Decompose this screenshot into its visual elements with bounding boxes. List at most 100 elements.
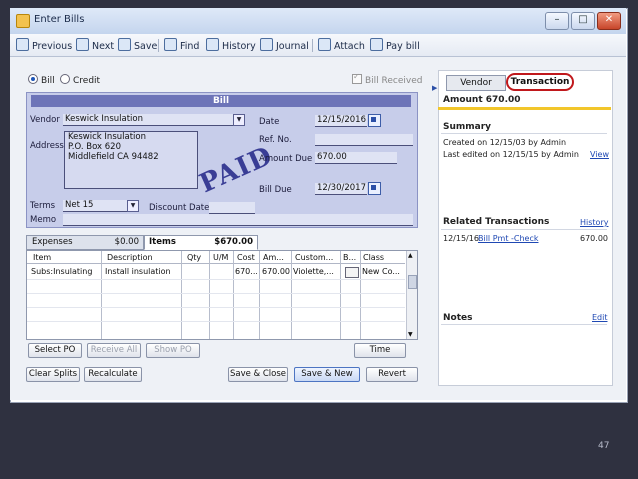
pay-bill-label: Pay bill <box>386 41 420 52</box>
row-customer-cell[interactable]: Violette,... <box>293 267 339 276</box>
row-divider <box>27 321 405 322</box>
toolbar-divider <box>312 39 313 52</box>
time-button[interactable]: Time <box>354 343 406 358</box>
attach-button[interactable]: Attach <box>318 38 365 52</box>
close-button[interactable]: ✕ <box>597 12 621 30</box>
scroll-thumb[interactable] <box>408 275 417 289</box>
column-header-class[interactable]: Class <box>363 253 403 262</box>
app-icon <box>16 14 30 28</box>
related-transactions-heading: Related Transactions <box>443 217 550 227</box>
history-link[interactable]: History <box>580 218 608 227</box>
row-item-cell[interactable]: Subs:Insulating <box>31 267 99 276</box>
address-box[interactable]: Keswick Insulation P.O. Box 620 Middlefi… <box>64 131 198 189</box>
save-button[interactable]: Save <box>118 38 157 52</box>
address-line: Middlefield CA 94482 <box>68 152 159 162</box>
tab-expenses[interactable]: Expenses $0.00 <box>26 235 144 250</box>
radio-icon <box>60 74 70 84</box>
amount-due-field[interactable]: 670.00 <box>315 152 397 164</box>
column-divider <box>360 251 361 339</box>
show-po-button[interactable]: Show PO <box>146 343 200 358</box>
row-amount-cell[interactable]: 670.00 <box>262 267 290 276</box>
vendor-dropdown-icon[interactable]: ▼ <box>233 114 245 126</box>
credit-radio[interactable]: Credit <box>60 74 100 86</box>
checkbox-icon <box>352 72 362 84</box>
history-button[interactable]: History <box>206 38 256 52</box>
row-divider <box>27 293 405 294</box>
minimize-button[interactable]: – <box>545 12 569 30</box>
next-label: Next <box>92 41 115 52</box>
next-button[interactable]: Next <box>76 38 114 52</box>
recalculate-button[interactable]: Recalculate <box>84 367 142 382</box>
column-header-description[interactable]: Description <box>107 253 177 262</box>
previous-button[interactable]: Previous <box>16 38 72 52</box>
tab-items-amount: $670.00 <box>214 237 253 247</box>
column-header-um[interactable]: U/M <box>213 253 231 262</box>
tab-transaction[interactable]: Transaction <box>506 73 574 91</box>
view-link[interactable]: View <box>590 150 609 159</box>
related-date: 12/15/16 <box>443 234 479 243</box>
billable-icon[interactable] <box>345 267 359 278</box>
next-icon <box>76 38 89 51</box>
terms-field[interactable]: Net 15 <box>63 200 127 212</box>
journal-button[interactable]: Journal <box>260 38 309 52</box>
toolbar: Previous Next Save Find History Journal … <box>10 34 626 57</box>
calendar-icon[interactable] <box>368 114 381 127</box>
bill-form: Bill Vendor Keswick Insulation ▼ Address… <box>26 92 418 228</box>
memo-field[interactable] <box>63 214 413 226</box>
grid-scrollbar[interactable]: ▲ ▼ <box>406 251 417 339</box>
attach-label: Attach <box>334 41 365 52</box>
bill-received-checkbox[interactable]: Bill Received <box>352 72 423 86</box>
find-button[interactable]: Find <box>164 38 199 52</box>
tab-items[interactable]: Items $670.00 <box>144 235 258 250</box>
column-header-customer[interactable]: Custom... <box>295 253 339 262</box>
row-class-cell[interactable]: New Co... <box>362 267 402 276</box>
bill-radio-label: Bill <box>41 76 55 86</box>
row-description-cell[interactable]: Install insulation <box>105 267 179 276</box>
column-divider <box>259 251 260 339</box>
amount-due-label: Amount Due <box>259 154 313 164</box>
collapse-panel-icon[interactable]: ▶ <box>432 84 437 92</box>
previous-icon <box>16 38 29 51</box>
bill-radio[interactable]: Bill <box>28 74 55 86</box>
ref-no-field[interactable] <box>315 134 413 146</box>
column-header-qty[interactable]: Qty <box>187 253 205 262</box>
save-close-button[interactable]: Save & Close <box>228 367 288 382</box>
terms-dropdown-icon[interactable]: ▼ <box>127 200 139 212</box>
row-cost-cell[interactable]: 670.... <box>235 267 257 276</box>
bill-due-label: Bill Due <box>259 185 292 195</box>
date-field[interactable]: 12/15/2016 <box>315 115 367 127</box>
calendar-icon[interactable] <box>368 182 381 195</box>
column-divider <box>291 251 292 339</box>
discount-date-field[interactable] <box>209 202 255 214</box>
tab-vendor[interactable]: Vendor <box>446 75 506 91</box>
edit-notes-link[interactable]: Edit <box>592 313 608 322</box>
scroll-down-icon[interactable]: ▼ <box>408 331 413 338</box>
maximize-button[interactable]: □ <box>571 12 595 30</box>
save-new-button[interactable]: Save & New <box>294 367 360 382</box>
column-header-cost[interactable]: Cost <box>237 253 257 262</box>
address-label: Address <box>30 141 64 151</box>
tab-items-label: Items <box>149 237 176 247</box>
clear-splits-button[interactable]: Clear Splits <box>26 367 80 382</box>
column-header-billable[interactable]: B... <box>343 253 359 262</box>
journal-label: Journal <box>276 41 309 52</box>
scroll-up-icon[interactable]: ▲ <box>408 252 413 259</box>
receive-all-button[interactable]: Receive All <box>87 343 141 358</box>
bill-pmt-check-link[interactable]: Bill Pmt -Check <box>478 234 539 243</box>
ref-no-label: Ref. No. <box>259 135 292 145</box>
column-header-item[interactable]: Item <box>33 253 97 262</box>
column-header-amount[interactable]: Am... <box>263 253 289 262</box>
vendor-field[interactable]: Keswick Insulation <box>63 114 233 126</box>
bill-due-field[interactable]: 12/30/2017 <box>315 183 367 195</box>
bill-received-label: Bill Received <box>365 76 423 86</box>
row-divider <box>27 307 405 308</box>
discount-date-label: Discount Date <box>149 203 210 213</box>
history-side-panel <box>438 70 613 386</box>
notes-heading: Notes <box>443 313 473 323</box>
revert-button[interactable]: Revert <box>366 367 418 382</box>
address-line: Keswick Insulation <box>68 132 146 142</box>
summary-heading: Summary <box>443 122 492 132</box>
pay-bill-button[interactable]: Pay bill <box>370 38 420 52</box>
select-po-button[interactable]: Select PO <box>28 343 82 358</box>
column-divider <box>209 251 210 339</box>
